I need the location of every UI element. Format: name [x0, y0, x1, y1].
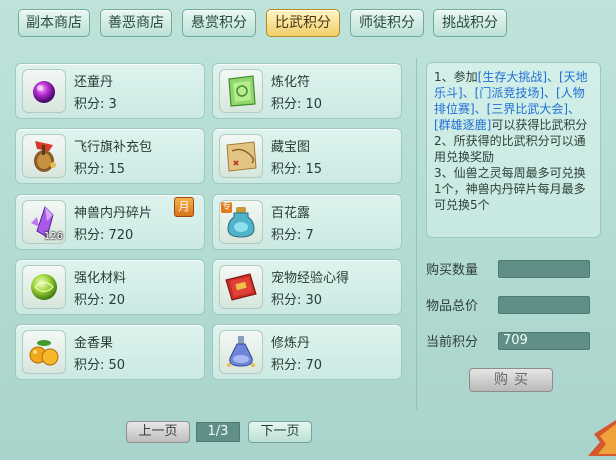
quantity-label: 购买数量: [426, 263, 479, 278]
shop-item-refining-talisman[interactable]: 炼化符 积分: 10: [212, 63, 402, 119]
item-count: 126: [43, 231, 63, 242]
item-points: 积分: 15: [271, 162, 323, 177]
page-indicator: 1/3: [196, 422, 240, 442]
next-page-button[interactable]: 下一页: [248, 421, 312, 443]
shop-item-rejuvenation-pill[interactable]: 还童丹 积分: 3: [15, 63, 205, 119]
item-name: 神兽内丹碎片: [74, 206, 153, 221]
item-points: 积分: 7: [271, 228, 314, 243]
exclusive-tag: 专: [221, 202, 233, 213]
tab-mentor-points[interactable]: 师徒积分: [350, 9, 424, 37]
item-name: 宠物经验心得: [271, 271, 350, 286]
shop-item-treasure-map[interactable]: 藏宝图 积分: 15: [212, 128, 402, 184]
treasure-map-icon: [219, 134, 263, 178]
item-name: 飞行旗补充包: [74, 140, 153, 155]
current-points-label: 当前积分: [426, 335, 479, 350]
shop-item-cultivation-pill[interactable]: 修炼丹 积分: 70: [212, 324, 402, 380]
elixir-flask-icon: [219, 330, 263, 374]
flag-pack-icon: [22, 134, 66, 178]
red-book-icon: [219, 265, 263, 309]
shop-item-divine-beast-shard[interactable]: 126 神兽内丹碎片 积分: 720 月: [15, 194, 205, 250]
potion-bottle-icon: 专: [219, 200, 263, 244]
item-name: 百花露: [271, 206, 311, 221]
rules-description: 1、参加[生存大挑战]、[天地乐斗]、[门派竞技场]、[人物排位赛]、[三界比武…: [426, 62, 601, 238]
item-name: 强化材料: [74, 271, 127, 286]
item-points: 积分: 720: [74, 228, 134, 243]
item-points: 积分: 30: [271, 293, 323, 308]
golden-fruit-icon: [22, 330, 66, 374]
item-points: 积分: 10: [271, 97, 323, 112]
tab-karma-shop[interactable]: 善恶商店: [100, 9, 172, 37]
item-points: 积分: 50: [74, 358, 126, 373]
monthly-limit-badge: 月: [174, 197, 194, 217]
current-points-field: 709: [498, 332, 590, 350]
shop-item-golden-fruit[interactable]: 金香果 积分: 50: [15, 324, 205, 380]
total-price-label: 物品总价: [426, 299, 479, 314]
quantity-input[interactable]: [498, 260, 590, 278]
shop-item-flower-dew[interactable]: 专 百花露 积分: 7: [212, 194, 402, 250]
item-name: 炼化符: [271, 75, 311, 90]
purple-orb-icon: [22, 69, 66, 113]
buy-button[interactable]: 购买: [469, 368, 553, 392]
tab-arena-points[interactable]: 比武积分: [266, 9, 340, 37]
item-points: 积分: 3: [74, 97, 117, 112]
talisman-icon: [219, 69, 263, 113]
item-points: 积分: 70: [271, 358, 323, 373]
crystal-shard-icon: 126: [22, 200, 66, 244]
prev-page-button[interactable]: 上一页: [126, 421, 190, 443]
shop-window: 副本商店 善恶商店 悬赏积分 比武积分 师徒积分 挑战积分 还童丹 积分: 3 …: [0, 0, 616, 460]
item-name: 藏宝图: [271, 140, 311, 155]
green-orb-icon: [22, 265, 66, 309]
tab-dungeon-shop[interactable]: 副本商店: [18, 9, 90, 37]
panel-divider: [416, 58, 417, 410]
item-name: 金香果: [74, 336, 114, 351]
total-price-field: [498, 296, 590, 314]
item-name: 修炼丹: [271, 336, 311, 351]
decorative-corner-icon: [588, 420, 616, 456]
item-points: 积分: 20: [74, 293, 126, 308]
shop-item-flying-flag-pack[interactable]: 飞行旗补充包 积分: 15: [15, 128, 205, 184]
shop-item-enhancement-material[interactable]: 强化材料 积分: 20: [15, 259, 205, 315]
tab-bounty-points[interactable]: 悬赏积分: [182, 9, 256, 37]
item-points: 积分: 15: [74, 162, 126, 177]
shop-item-pet-exp-book[interactable]: 宠物经验心得 积分: 30: [212, 259, 402, 315]
item-name: 还童丹: [74, 75, 114, 90]
tab-challenge-points[interactable]: 挑战积分: [433, 9, 507, 37]
